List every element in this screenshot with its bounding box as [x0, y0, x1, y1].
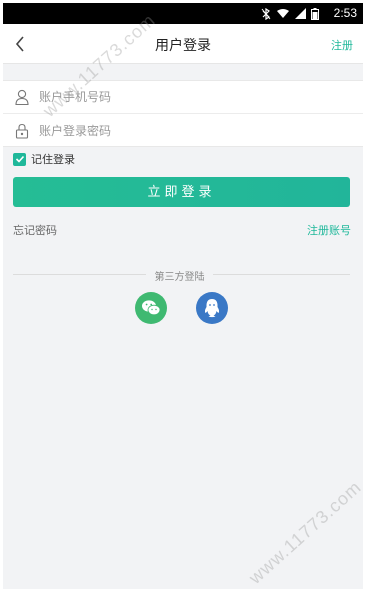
qq-icon [204, 299, 220, 318]
status-icons [261, 6, 319, 21]
register-account-link[interactable]: 注册账号 [307, 222, 351, 238]
forgot-password-link[interactable]: 忘记密码 [13, 222, 57, 238]
watermark-bottom: www.11773.com [245, 476, 363, 588]
divider-right [213, 274, 350, 275]
check-icon [15, 155, 24, 163]
wechat-login-button[interactable] [135, 292, 167, 324]
remember-label: 记住登录 [31, 154, 75, 166]
nav-bar: 用户登录 注册 [3, 24, 363, 64]
register-link[interactable]: 注册 [331, 37, 353, 53]
wechat-icon [142, 300, 161, 316]
page-title: 用户登录 [155, 37, 211, 53]
app-frame: 2:53 用户登录 注册 账户手机号码 记住登录 立即登录 忘记密码 注册账号 … [3, 3, 363, 589]
third-party-label: 第三方登陆 [154, 272, 205, 283]
password-input[interactable] [39, 123, 319, 138]
battery-icon [311, 7, 319, 20]
lock-icon [15, 123, 29, 139]
qq-login-button[interactable] [196, 292, 228, 324]
remember-login[interactable]: 记住登录 [13, 151, 75, 167]
signal-icon [295, 8, 306, 19]
status-bar: 2:53 [3, 3, 363, 24]
divider-left [13, 274, 146, 275]
login-button[interactable]: 立即登录 [13, 177, 350, 207]
user-icon [15, 89, 29, 105]
password-field [3, 114, 363, 147]
wifi-icon [277, 9, 289, 18]
bluetooth-mute-icon [261, 7, 271, 20]
status-time: 2:53 [333, 6, 357, 20]
remember-checkbox[interactable] [13, 152, 26, 166]
